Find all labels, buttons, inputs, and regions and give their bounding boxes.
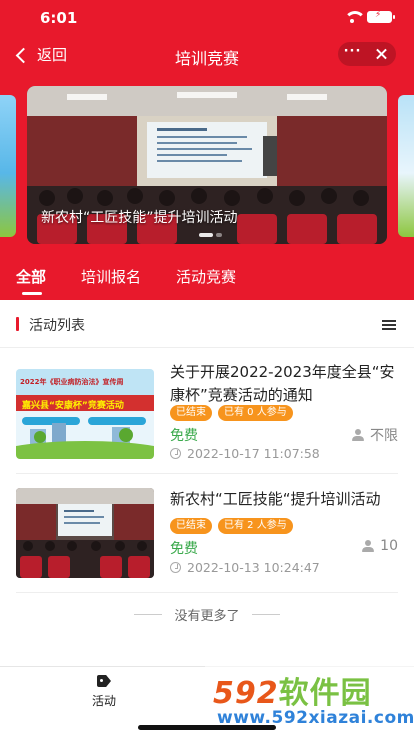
divider: [16, 592, 398, 593]
badge-row: 已结束 已有 2 人参与: [170, 518, 293, 534]
mini-program-capsule: ···: [338, 42, 396, 66]
banner-next-slide[interactable]: [398, 95, 414, 237]
home-indicator: [138, 725, 276, 730]
person-icon: [362, 540, 375, 552]
banner-dot: [216, 233, 222, 237]
status-bar: 6:01 ⚡: [0, 0, 414, 36]
participants-badge: 已有 0 人参与: [218, 405, 293, 421]
section-marker: [16, 317, 19, 331]
person-icon: [352, 429, 364, 441]
activity-title: 关于开展2022-2023年度全县“安康杯”竞赛活动的通知: [170, 363, 395, 404]
list-item[interactable]: 新农村“工匠技能“提升培训活动 已结束 已有 2 人参与 免费 10 2022-…: [0, 468, 414, 592]
tag-icon: [97, 675, 111, 687]
list-item[interactable]: 2022年《职业病防治法》宣传周 嘉兴县“安康杯”竞赛活动 关于开展2022-2…: [0, 349, 414, 473]
watermark-logo: 592软件园: [213, 668, 372, 712]
list-end-text: 没有更多了: [174, 609, 240, 624]
price-label: 免费: [170, 428, 198, 444]
bottom-tab-activity[interactable]: 活动: [87, 675, 121, 709]
thumbnail-banner-text: 嘉兴县“安康杯”竞赛活动: [22, 401, 124, 411]
datetime-row: 2022-10-13 10:24:47: [170, 560, 320, 575]
tab-all[interactable]: 全部: [16, 266, 46, 287]
status-icons: ⚡: [343, 10, 395, 23]
tab-training-signup[interactable]: 培训报名: [81, 266, 141, 287]
price-label: 免费: [170, 541, 198, 557]
bottom-tab-label: 活动: [91, 694, 116, 708]
category-tabs: 全部 培训报名 活动竞赛: [0, 254, 414, 300]
banner-prev-slide[interactable]: [0, 95, 16, 237]
quota-value: 10: [380, 538, 398, 554]
close-icon[interactable]: [367, 42, 396, 66]
activity-title: 新农村“工匠技能“提升培训活动: [170, 490, 381, 508]
status-badge: 已结束: [170, 405, 212, 421]
participants-badge: 已有 2 人参与: [218, 518, 293, 534]
battery-icon: ⚡: [367, 10, 395, 23]
activity-thumbnail: [16, 488, 154, 578]
section-header: 活动列表: [0, 300, 414, 348]
tab-competition[interactable]: 活动竞赛: [176, 266, 236, 287]
tab-active-indicator: [22, 292, 42, 295]
nav-bar: 返回 培训竞赛 ···: [0, 36, 414, 74]
quota-info: 10: [362, 538, 398, 554]
status-badge: 已结束: [170, 518, 212, 534]
thumbnail-image: [16, 488, 154, 578]
datetime-row: 2022-10-17 11:07:58: [170, 446, 320, 461]
footer-line-right: [252, 614, 280, 615]
status-time: 6:01: [40, 9, 78, 27]
banner-caption: 新农村“工匠技能”提升培训活动: [41, 210, 238, 226]
clock-icon: [170, 448, 181, 459]
banner-dot-active: [199, 233, 213, 237]
activity-list-panel: 活动列表 2022年《职业病防治法》宣传周 嘉兴县“安康杯”竞赛活动 关于开展2…: [0, 300, 414, 666]
thumbnail-heading: 2022年《职业病防治法》宣传周: [20, 378, 124, 386]
clock-icon: [170, 562, 181, 573]
watermark-brand: 软件园: [278, 676, 372, 711]
watermark-number: 592: [213, 676, 279, 711]
activity-datetime: 2022-10-13 10:24:47: [187, 560, 320, 575]
badge-row: 已结束 已有 0 人参与: [170, 405, 293, 421]
activity-thumbnail: 2022年《职业病防治法》宣传周 嘉兴县“安康杯”竞赛活动: [16, 369, 154, 459]
banner-indicator: [199, 233, 222, 237]
quota-value: 不限: [370, 428, 398, 444]
menu-icon[interactable]: [382, 320, 396, 330]
banner-carousel[interactable]: 新农村“工匠技能”提升培训活动: [27, 86, 387, 244]
more-button[interactable]: ···: [338, 45, 367, 58]
quota-info: 不限: [352, 425, 398, 445]
activity-datetime: 2022-10-17 11:07:58: [187, 446, 320, 461]
section-title: 活动列表: [29, 318, 85, 334]
wifi-icon: [343, 11, 366, 23]
